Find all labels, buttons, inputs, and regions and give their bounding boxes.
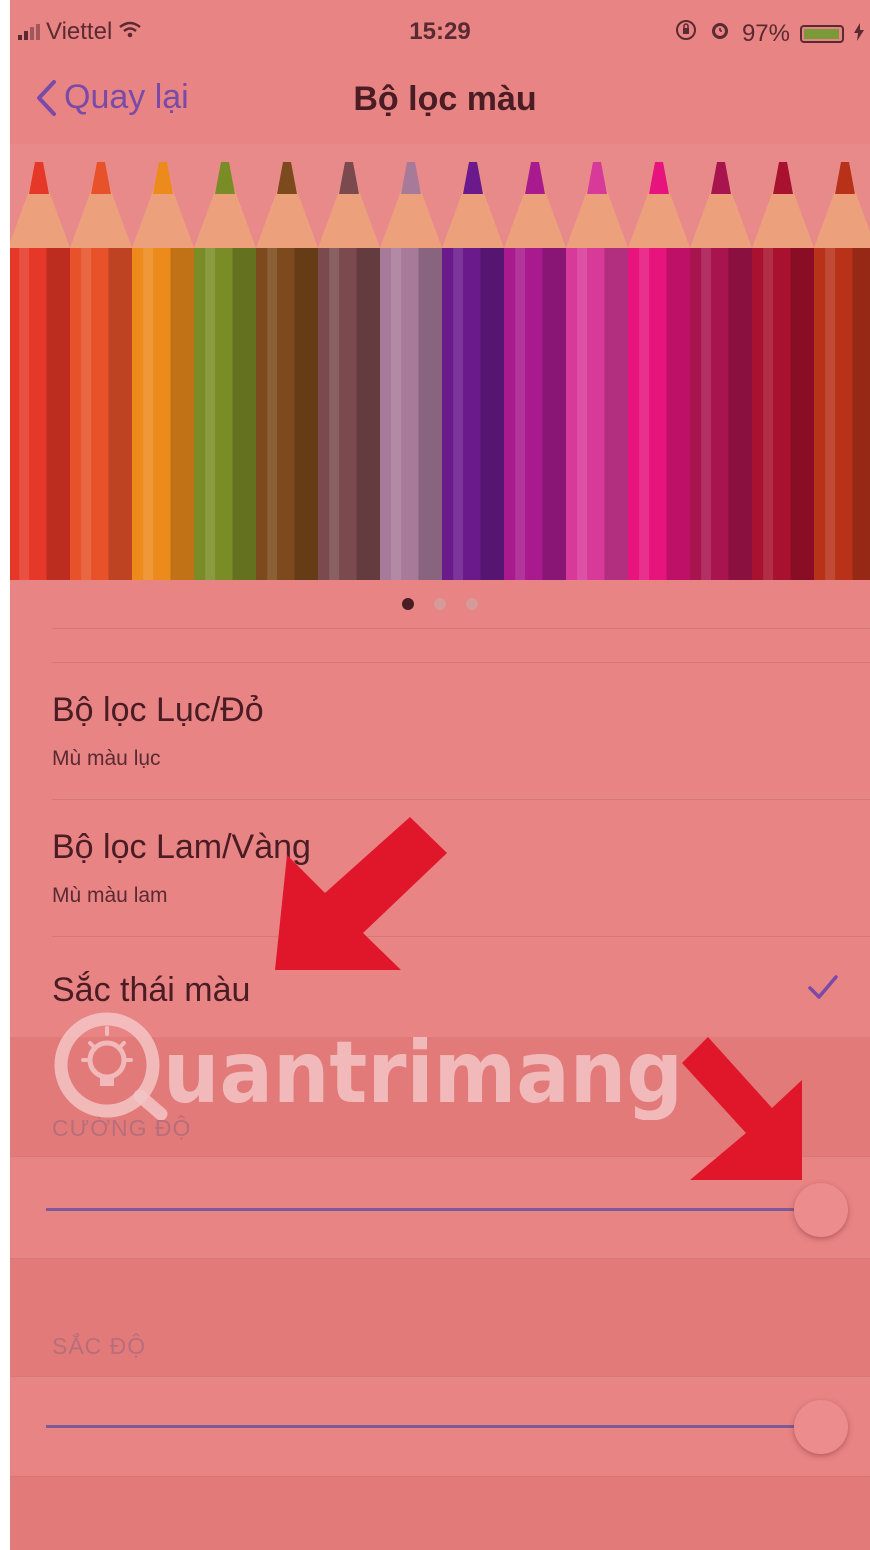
watermark-logo: uantrimang: [54, 1012, 683, 1120]
pencil-highlight: [81, 248, 92, 580]
pencil: [628, 162, 690, 580]
battery-percent: 97%: [741, 19, 790, 47]
pencil-shade: [232, 248, 256, 580]
pencil-highlight: [825, 248, 836, 580]
filter-title: Bộ lọc Lục/Đỏ: [52, 691, 264, 729]
pencil-shade: [790, 248, 814, 580]
pencil-shade: [46, 248, 70, 580]
intensity-slider[interactable]: [46, 1180, 848, 1240]
checkmark-icon: [808, 975, 838, 999]
arrow-annotation: [275, 817, 447, 970]
pencil-shade: [604, 248, 628, 580]
pencil-shade: [108, 248, 132, 580]
pencil-highlight: [205, 248, 216, 580]
pencil-shade: [542, 248, 566, 580]
pencil-highlight: [577, 248, 588, 580]
page-dot[interactable]: [434, 598, 446, 610]
pencil: [132, 162, 194, 580]
orientation-lock-icon: [674, 18, 698, 49]
pencil-highlight: [639, 248, 650, 580]
pencil-highlight: [19, 248, 30, 580]
pencil-shade: [294, 248, 318, 580]
slider-thumb[interactable]: [794, 1183, 848, 1237]
pencil-shade: [728, 248, 752, 580]
hue-header: SẮC ĐỘ: [52, 1333, 147, 1359]
pencil: [566, 162, 628, 580]
status-bar: Viettel 15:29 97%: [10, 0, 870, 64]
pencil: [256, 162, 318, 580]
pencil: [504, 162, 566, 580]
pencil-shade: [666, 248, 690, 580]
pencil-highlight: [267, 248, 278, 580]
pencil: [70, 162, 132, 580]
pencil: [442, 162, 504, 580]
pencil: [690, 162, 752, 580]
page-dot[interactable]: [402, 598, 414, 610]
pencil-shade: [418, 248, 442, 580]
pencil-highlight: [515, 248, 526, 580]
charging-icon: [854, 20, 864, 48]
pencil-highlight: [143, 248, 154, 580]
filter-title: Sắc thái màu: [52, 971, 251, 1009]
battery-icon: [800, 24, 844, 43]
filter-title: Bộ lọc Lam/Vàng: [52, 828, 311, 866]
pencil-shade: [170, 248, 194, 580]
pencil: [380, 162, 442, 580]
watermark-text: uantrimang: [163, 1023, 683, 1120]
pencil: [752, 162, 814, 580]
watermark-tail: [133, 1089, 168, 1120]
screen: Viettel 15:29 97% Quay lại Bộ lọc màu Bộ…: [10, 0, 870, 1550]
nav-bar: Quay lại Bộ lọc màu: [10, 64, 870, 145]
list-divider: [10, 1376, 870, 1377]
pencil-highlight: [763, 248, 774, 580]
list-divider: [52, 628, 870, 629]
pencil-shade: [356, 248, 380, 580]
section-background: [10, 1477, 870, 1550]
slider-thumb[interactable]: [794, 1400, 848, 1454]
filter-subtitle: Mù màu lục: [52, 747, 161, 770]
pencil: [318, 162, 380, 580]
pencil-highlight: [329, 248, 340, 580]
filter-row-green-red[interactable]: Bộ lọc Lục/Đỏ Mù màu lục: [10, 663, 870, 799]
lightbulb-icon: [81, 1026, 133, 1086]
arrow-annotation: [682, 1037, 802, 1180]
pencil-highlight: [453, 248, 464, 580]
pencil-highlight: [391, 248, 402, 580]
page-dot[interactable]: [466, 598, 478, 610]
slider-track: [46, 1208, 794, 1211]
pencil: [10, 162, 70, 580]
filter-subtitle: Mù màu lam: [52, 884, 168, 907]
page-indicator[interactable]: [10, 598, 870, 610]
page-title: Bộ lọc màu: [353, 80, 537, 118]
pencil-shade: [852, 248, 870, 580]
slider-track: [46, 1425, 794, 1428]
status-right: 97%: [674, 18, 864, 49]
alarm-icon: [708, 18, 732, 49]
battery-fill: [804, 28, 839, 39]
pencil-highlight: [701, 248, 712, 580]
color-pencils-image[interactable]: [10, 144, 870, 580]
hue-slider[interactable]: [46, 1397, 848, 1457]
pencil-shade: [480, 248, 504, 580]
pencil: [194, 162, 256, 580]
